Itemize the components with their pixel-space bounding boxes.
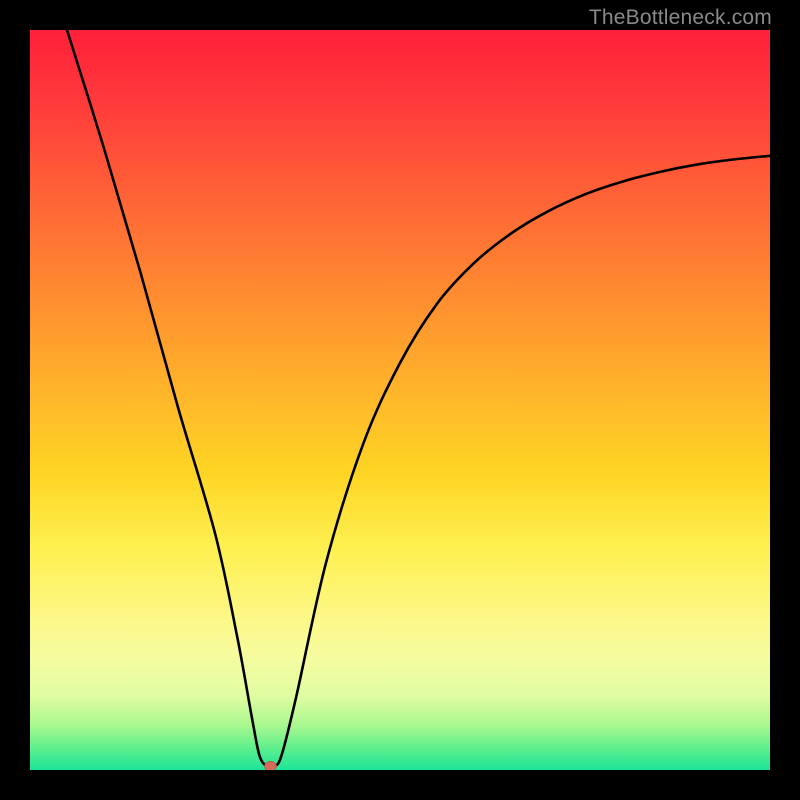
chart-svg bbox=[30, 30, 770, 770]
curve-line bbox=[67, 30, 770, 768]
chart-frame: TheBottleneck.com bbox=[0, 0, 800, 800]
watermark-text: TheBottleneck.com bbox=[589, 6, 772, 30]
curve-marker bbox=[265, 761, 277, 770]
plot-area bbox=[30, 30, 770, 770]
